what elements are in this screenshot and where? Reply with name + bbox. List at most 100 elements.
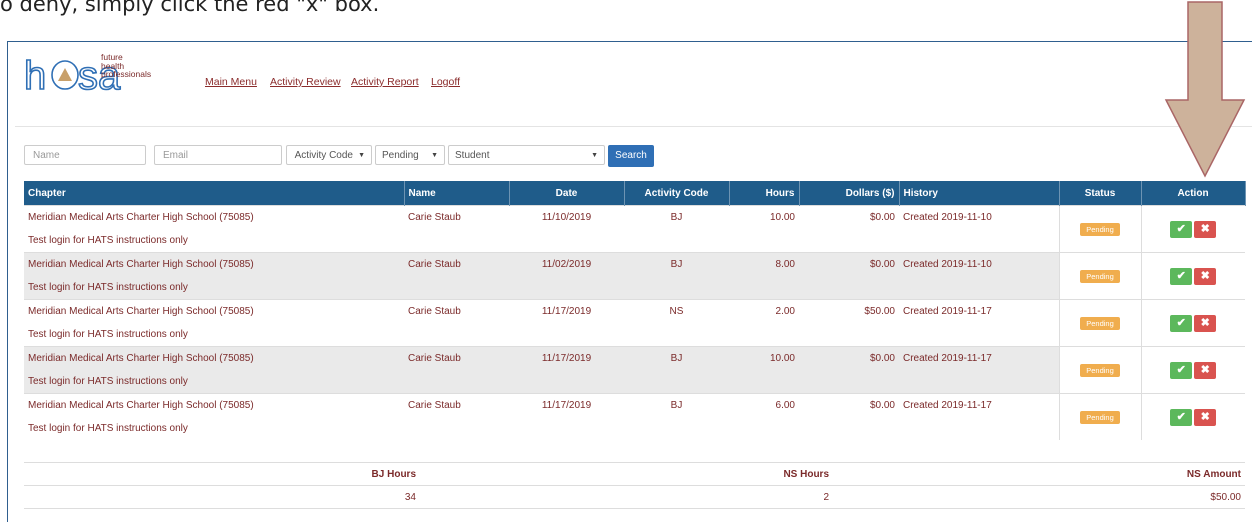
svg-text:h: h — [24, 54, 46, 97]
chapter-cell[interactable]: Meridian Medical Arts Charter High Schoo… — [24, 346, 404, 370]
status-cell: Pending — [1058, 299, 1141, 347]
student-value: Student — [455, 150, 490, 161]
deny-button[interactable]: ✖ — [1194, 267, 1217, 285]
code-cell: BJ — [624, 393, 729, 417]
approve-button[interactable]: ✔ — [1170, 267, 1193, 285]
summary-bj-hours-value: 34 — [24, 485, 420, 509]
activity-code-select[interactable]: Activity Code ▼ — [286, 145, 372, 165]
email-input[interactable]: Email — [154, 145, 282, 165]
deny-button[interactable]: ✖ — [1194, 361, 1217, 379]
nav-main-menu[interactable]: Main Menu — [205, 76, 257, 88]
chapter-cell[interactable]: Meridian Medical Arts Charter High Schoo… — [24, 252, 404, 276]
pointer-arrow — [1164, 1, 1246, 178]
check-icon: ✔ — [1176, 222, 1186, 235]
approve-button[interactable]: ✔ — [1170, 408, 1193, 426]
deny-button[interactable]: ✖ — [1194, 408, 1217, 426]
code-cell: BJ — [624, 205, 729, 229]
status-select[interactable]: Pending ▼ — [375, 145, 445, 165]
col-dollars[interactable]: Dollars ($) — [799, 181, 900, 206]
name-input[interactable]: Name — [24, 145, 146, 165]
date-cell: 11/10/2019 — [509, 205, 624, 229]
summary-ns-amount-value: $50.00 — [833, 485, 1245, 509]
dollars-cell: $0.00 — [799, 346, 899, 370]
note-cell: Test login for HATS instructions only — [28, 329, 188, 340]
approve-button[interactable]: ✔ — [1170, 314, 1193, 332]
status-badge: Pending — [1080, 222, 1120, 236]
col-action[interactable]: Action — [1141, 181, 1246, 206]
table-header: Chapter Name Date Activity Code Hours Do… — [24, 181, 1246, 206]
logo-line3: professionals — [101, 69, 152, 79]
status-cell: Pending — [1058, 205, 1141, 253]
name-cell: Carie Staub — [404, 205, 509, 229]
deny-button[interactable]: ✖ — [1194, 314, 1217, 332]
date-cell: 11/17/2019 — [509, 299, 624, 323]
col-status[interactable]: Status — [1059, 181, 1142, 206]
name-cell: Carie Staub — [404, 252, 509, 276]
approve-button[interactable]: ✔ — [1170, 361, 1193, 379]
deny-button[interactable]: ✖ — [1194, 220, 1217, 238]
instruction-caption: o deny, simply click the red "x" box. — [0, 0, 380, 16]
col-activity-code[interactable]: Activity Code — [624, 181, 730, 206]
hours-cell: 2.00 — [729, 299, 799, 323]
close-icon: ✖ — [1200, 316, 1210, 329]
summary-ns-hours-label: NS Hours — [420, 462, 833, 486]
summary-bj-hours-label: BJ Hours — [24, 462, 420, 486]
approve-button[interactable]: ✔ — [1170, 220, 1193, 238]
hours-cell: 8.00 — [729, 252, 799, 276]
logo-tagline: future health professionals — [101, 53, 151, 79]
summary-ns-hours-value: 2 — [420, 485, 833, 509]
close-icon: ✖ — [1200, 269, 1210, 282]
hours-cell: 10.00 — [729, 346, 799, 370]
caret-down-icon: ▼ — [358, 152, 365, 159]
dollars-cell: $0.00 — [799, 205, 899, 229]
action-cell: ✔ ✖ — [1140, 252, 1245, 300]
name-cell: Carie Staub — [404, 393, 509, 417]
history-cell: Created 2019-11-17 — [899, 346, 1059, 370]
close-icon: ✖ — [1200, 222, 1210, 235]
app-header: h sa future health professionals Main Me… — [15, 42, 1252, 127]
dollars-cell: $0.00 — [799, 252, 899, 276]
hours-cell: 6.00 — [729, 393, 799, 417]
col-hours[interactable]: Hours — [729, 181, 800, 206]
status-cell: Pending — [1058, 393, 1141, 440]
close-icon: ✖ — [1200, 363, 1210, 376]
action-cell: ✔ ✖ — [1140, 299, 1245, 347]
col-name[interactable]: Name — [404, 181, 510, 206]
status-cell: Pending — [1058, 252, 1141, 300]
note-cell: Test login for HATS instructions only — [24, 370, 1059, 394]
summary-table: BJ Hours NS Hours NS Amount 34 2 $50.00 — [24, 462, 1245, 509]
activity-table: Chapter Name Date Activity Code Hours Do… — [24, 181, 1246, 440]
summary-ns-amount-label: NS Amount — [833, 462, 1245, 486]
history-cell: Created 2019-11-10 — [899, 252, 1059, 276]
dollars-cell: $50.00 — [799, 299, 899, 323]
status-badge: Pending — [1080, 410, 1120, 424]
check-icon: ✔ — [1176, 269, 1186, 282]
col-date[interactable]: Date — [509, 181, 625, 206]
nav-activity-report[interactable]: Activity Report — [351, 76, 419, 88]
search-button[interactable]: Search — [608, 145, 654, 167]
chapter-cell[interactable]: Meridian Medical Arts Charter High Schoo… — [24, 299, 404, 323]
chapter-cell[interactable]: Meridian Medical Arts Charter High Schoo… — [24, 205, 404, 229]
caret-down-icon: ▼ — [431, 152, 438, 159]
activity-code-value: Activity Code — [294, 150, 353, 161]
history-cell: Created 2019-11-17 — [899, 299, 1059, 323]
close-icon: ✖ — [1200, 410, 1210, 423]
name-cell: Carie Staub — [404, 299, 509, 323]
status-cell: Pending — [1058, 346, 1141, 394]
hours-cell: 10.00 — [729, 205, 799, 229]
check-icon: ✔ — [1176, 363, 1186, 376]
action-cell: ✔ ✖ — [1140, 205, 1245, 253]
table-row: Meridian Medical Arts Charter High Schoo… — [24, 299, 1245, 347]
check-icon: ✔ — [1176, 316, 1186, 329]
note-cell: Test login for HATS instructions only — [28, 235, 188, 246]
chapter-cell[interactable]: Meridian Medical Arts Charter High Schoo… — [24, 393, 404, 417]
nav-logoff[interactable]: Logoff — [431, 76, 460, 88]
note-cell: Test login for HATS instructions only — [28, 423, 188, 434]
table-row: Meridian Medical Arts Charter High Schoo… — [24, 346, 1245, 394]
col-chapter[interactable]: Chapter — [24, 181, 405, 206]
col-history[interactable]: History — [899, 181, 1060, 206]
action-cell: ✔ ✖ — [1140, 346, 1245, 394]
nav-activity-review[interactable]: Activity Review — [270, 76, 341, 88]
student-select[interactable]: Student ▼ — [448, 145, 605, 165]
check-icon: ✔ — [1176, 410, 1186, 423]
